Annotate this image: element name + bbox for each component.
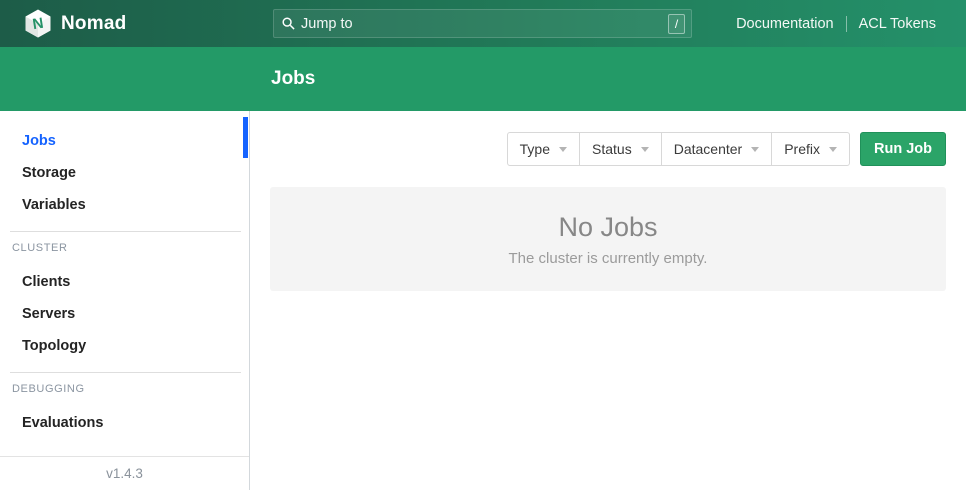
filter-prefix-label: Prefix [784,141,820,157]
chevron-down-icon [751,147,759,152]
sidebar-primary-nav: Jobs Storage Variables [0,125,249,221]
search-icon [282,17,295,30]
page-header: Jobs [0,47,966,111]
empty-state: No Jobs The cluster is currently empty. [270,187,946,291]
sidebar-cluster-nav: Clients Servers Topology [0,266,249,362]
filter-group: Type Status Datacenter Prefix [507,132,850,166]
sidebar: Jobs Storage Variables CLUSTER Clients S… [0,111,250,490]
run-job-button[interactable]: Run Job [860,132,946,166]
layout: Jobs Storage Variables CLUSTER Clients S… [0,111,966,490]
chevron-down-icon [559,147,567,152]
sidebar-item-jobs[interactable]: Jobs [0,125,249,157]
sidebar-item-servers[interactable]: Servers [0,298,249,330]
nomad-app: N Nomad / Documentation ACL Tokens Jobs … [0,0,966,490]
filter-status-label: Status [592,141,632,157]
nomad-brand[interactable]: N Nomad [25,9,126,38]
jobs-toolbar: Type Status Datacenter Prefix [270,132,946,166]
chevron-down-icon [641,147,649,152]
jump-to-search[interactable]: / [273,9,692,38]
top-navbar: N Nomad / Documentation ACL Tokens [0,0,966,47]
sidebar-item-evaluations[interactable]: Evaluations [0,407,249,439]
empty-state-message: The cluster is currently empty. [509,250,708,267]
filter-type-label: Type [520,141,550,157]
version-label: v1.4.3 [0,456,249,490]
documentation-link[interactable]: Documentation [736,16,834,32]
page-title: Jobs [271,68,315,90]
filter-prefix-dropdown[interactable]: Prefix [772,133,849,165]
sidebar-divider [10,231,241,232]
link-divider [846,16,847,32]
sidebar-divider [10,372,241,373]
sidebar-item-variables[interactable]: Variables [0,189,249,221]
brand-name: Nomad [61,13,126,35]
sidebar-item-topology[interactable]: Topology [0,330,249,362]
filter-datacenter-label: Datacenter [674,141,742,157]
chevron-down-icon [829,147,837,152]
empty-state-title: No Jobs [558,212,657,243]
acl-tokens-link[interactable]: ACL Tokens [859,16,936,32]
navbar-links: Documentation ACL Tokens [736,16,936,32]
filter-type-dropdown[interactable]: Type [508,133,580,165]
cluster-section-label: CLUSTER [0,238,249,258]
active-indicator [243,117,248,158]
sidebar-debugging-nav: Evaluations [0,407,249,439]
nomad-logo-icon: N [25,9,51,38]
slash-shortcut-badge: / [668,14,685,34]
search-input[interactable] [301,16,668,32]
filter-status-dropdown[interactable]: Status [580,133,662,165]
main-content: Type Status Datacenter Prefix [250,111,966,490]
sidebar-item-storage[interactable]: Storage [0,157,249,189]
sidebar-item-clients[interactable]: Clients [0,266,249,298]
debugging-section-label: DEBUGGING [0,379,249,399]
filter-datacenter-dropdown[interactable]: Datacenter [662,133,772,165]
